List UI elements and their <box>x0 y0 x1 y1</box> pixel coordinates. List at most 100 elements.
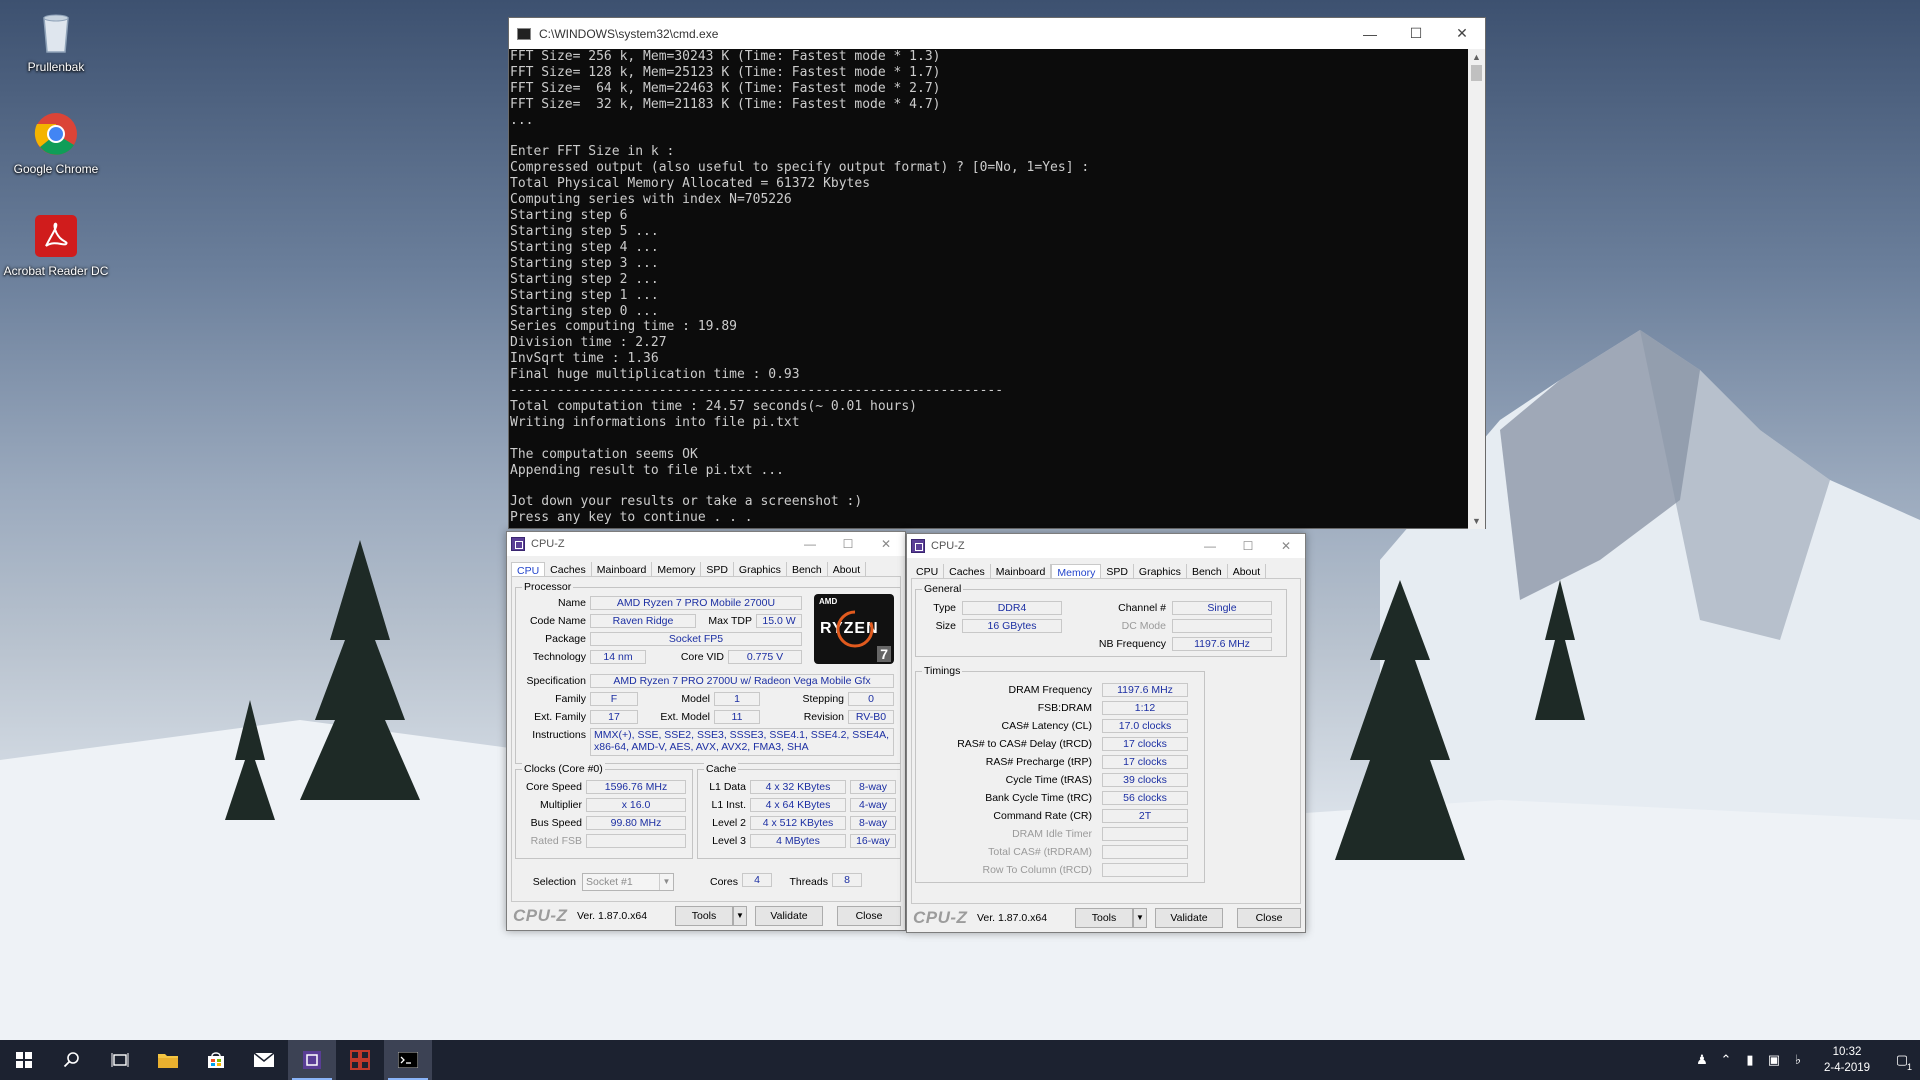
desktop-icon-google-chrome[interactable]: Google Chrome <box>1 110 111 176</box>
threads-value: 8 <box>832 873 862 887</box>
recycle-bin-icon <box>32 8 80 56</box>
family-value: F <box>590 692 638 706</box>
maximize-button[interactable]: ☐ <box>1393 18 1439 49</box>
people-icon[interactable]: ♟ <box>1690 1052 1714 1068</box>
specification-label: Specification <box>526 675 586 687</box>
close-label: Close <box>1255 912 1283 924</box>
cpuz-titlebar[interactable]: CPU-Z — ☐ ✕ <box>507 532 905 556</box>
nbfreq-value: 1197.6 MHz <box>1172 637 1272 651</box>
taskbar-mail[interactable] <box>240 1040 288 1080</box>
codename-label: Code Name <box>529 615 586 627</box>
taskbar-app-red[interactable] <box>336 1040 384 1080</box>
validate-button[interactable]: Validate <box>1155 908 1223 928</box>
scrollbar-thumb[interactable] <box>1471 65 1482 81</box>
tools-dropdown-icon[interactable]: ▼ <box>1133 908 1147 928</box>
scroll-down-arrow-icon[interactable]: ▼ <box>1468 513 1485 529</box>
timing-value: 17.0 clocks <box>1102 719 1188 733</box>
l1data-value: 4 x 32 KBytes <box>750 780 846 794</box>
name-value: AMD Ryzen 7 PRO Mobile 2700U <box>590 596 802 610</box>
cpuz-brand: CPU-Z <box>913 908 968 927</box>
cpuz-window-memory[interactable]: CPU-Z — ☐ ✕ CPU Caches Mainboard Memory … <box>906 533 1306 933</box>
taskbar-store[interactable] <box>192 1040 240 1080</box>
taskbar: ♟ ⌃ ▮ ▣ ♭ 10:32 2-4-2019 ▢ 1 <box>0 1040 1920 1080</box>
tools-label: Tools <box>691 910 717 922</box>
console-scrollbar[interactable]: ▲ ▼ <box>1468 49 1485 529</box>
task-view-icon <box>111 1053 129 1067</box>
tools-button[interactable]: Tools <box>1075 908 1133 928</box>
network-icon[interactable]: ▣ <box>1762 1052 1786 1068</box>
volume-muted-icon[interactable]: ♭ <box>1786 1052 1810 1068</box>
taskbar-clock[interactable]: 10:32 2-4-2019 <box>1810 1044 1884 1076</box>
minimize-button[interactable]: — <box>791 537 829 551</box>
battery-icon[interactable]: ▮ <box>1738 1052 1762 1068</box>
action-center-button[interactable]: ▢ 1 <box>1884 1052 1920 1072</box>
cpuz-footer: CPU-Z Ver. 1.87.0.x64 Tools ▼ Validate C… <box>507 902 905 930</box>
chevron-down-icon: ▼ <box>659 874 673 890</box>
close-button[interactable]: Close <box>837 906 901 926</box>
instructions-value: MMX(+), SSE, SSE2, SSE3, SSSE3, SSE4.1, … <box>590 728 894 756</box>
chevron-up-icon[interactable]: ⌃ <box>1714 1052 1738 1068</box>
threads-label: Threads <box>789 876 828 888</box>
cpuz-titlebar[interactable]: CPU-Z — ☐ ✕ <box>907 534 1305 558</box>
timing-label: DRAM Idle Timer <box>1012 828 1092 840</box>
close-button[interactable]: ✕ <box>867 537 905 551</box>
cpuz-tab-content: Processor Name AMD Ryzen 7 PRO Mobile 27… <box>511 576 901 902</box>
ratedfsb-label: Rated FSB <box>530 835 582 847</box>
selection-label: Selection <box>532 876 576 888</box>
task-view-button[interactable] <box>96 1040 144 1080</box>
grid-app-icon <box>350 1050 370 1070</box>
desktop-icon-label: Acrobat Reader DC <box>3 264 109 278</box>
minimize-button[interactable]: — <box>1347 18 1393 49</box>
model-value: 1 <box>714 692 760 706</box>
maxtdp-value: 15.0 W <box>756 614 802 628</box>
timing-value: 39 clocks <box>1102 773 1188 787</box>
taskbar-cmd[interactable] <box>384 1040 432 1080</box>
socket-select-value: Socket #1 <box>586 876 633 888</box>
channel-label: Channel # <box>1118 602 1166 614</box>
search-button[interactable] <box>48 1040 96 1080</box>
general-group-title: General <box>922 583 964 595</box>
extmodel-label: Ext. Model <box>660 711 710 723</box>
timing-label: CAS# Latency (CL) <box>1001 720 1092 732</box>
l1inst-value: 4 x 64 KBytes <box>750 798 846 812</box>
timings-group: Timings DRAM Frequency 1197.6 MHz FSB:DRAM… <box>915 665 1205 883</box>
desktop-icon-acrobat-reader[interactable]: Acrobat Reader DC <box>1 212 111 278</box>
socket-select[interactable]: Socket #1 ▼ <box>582 873 674 891</box>
minimize-button[interactable]: — <box>1191 539 1229 553</box>
taskbar-file-explorer[interactable] <box>144 1040 192 1080</box>
tools-button[interactable]: Tools <box>675 906 733 926</box>
l3-value: 4 MBytes <box>750 834 846 848</box>
extfamily-label: Ext. Family <box>534 711 586 723</box>
tools-dropdown-icon[interactable]: ▼ <box>733 906 747 926</box>
validate-button[interactable]: Validate <box>755 906 823 926</box>
maximize-button[interactable]: ☐ <box>829 537 867 551</box>
timing-value <box>1102 845 1188 859</box>
console-output[interactable]: FFT Size= 256 k, Mem=30243 K (Time: Fast… <box>509 49 1469 529</box>
maximize-button[interactable]: ☐ <box>1229 539 1267 553</box>
cpuz-window-cpu[interactable]: CPU-Z — ☐ ✕ CPU Caches Mainboard Memory … <box>506 531 906 931</box>
cmd-titlebar[interactable]: C:\WINDOWS\system32\cmd.exe — ☐ ✕ <box>509 18 1485 49</box>
taskbar-cpuz[interactable] <box>288 1040 336 1080</box>
l2-label: Level 2 <box>712 817 746 829</box>
revision-value: RV-B0 <box>848 710 894 724</box>
amd-ryzen-logo: AMD RYZEN 7 <box>814 594 894 664</box>
name-label: Name <box>557 597 586 609</box>
processor-group-title: Processor <box>522 581 574 593</box>
desktop-icon-recycle-bin[interactable]: Prullenbak <box>1 8 111 74</box>
scroll-up-arrow-icon[interactable]: ▲ <box>1468 49 1485 65</box>
chrome-icon <box>32 110 80 158</box>
close-button[interactable]: Close <box>1237 908 1301 928</box>
multiplier-label: Multiplier <box>539 799 582 811</box>
package-label: Package <box>545 633 586 645</box>
cpuz-footer: CPU-Z Ver. 1.87.0.x64 Tools ▼ Validate C… <box>907 904 1305 932</box>
timing-value: 1197.6 MHz <box>1102 683 1188 697</box>
cmd-window[interactable]: C:\WINDOWS\system32\cmd.exe — ☐ ✕ FFT Si… <box>508 17 1486 529</box>
clocks-group-title: Clocks (Core #0) <box>522 763 605 775</box>
desktop-icon-label: Google Chrome <box>13 162 99 176</box>
l1data-label: L1 Data <box>709 781 746 793</box>
close-button[interactable]: ✕ <box>1267 539 1305 553</box>
timing-label: Cycle Time (tRAS) <box>1005 774 1092 786</box>
cpuz-brand: CPU-Z <box>513 906 568 925</box>
start-button[interactable] <box>0 1040 48 1080</box>
close-button[interactable]: ✕ <box>1439 18 1485 49</box>
